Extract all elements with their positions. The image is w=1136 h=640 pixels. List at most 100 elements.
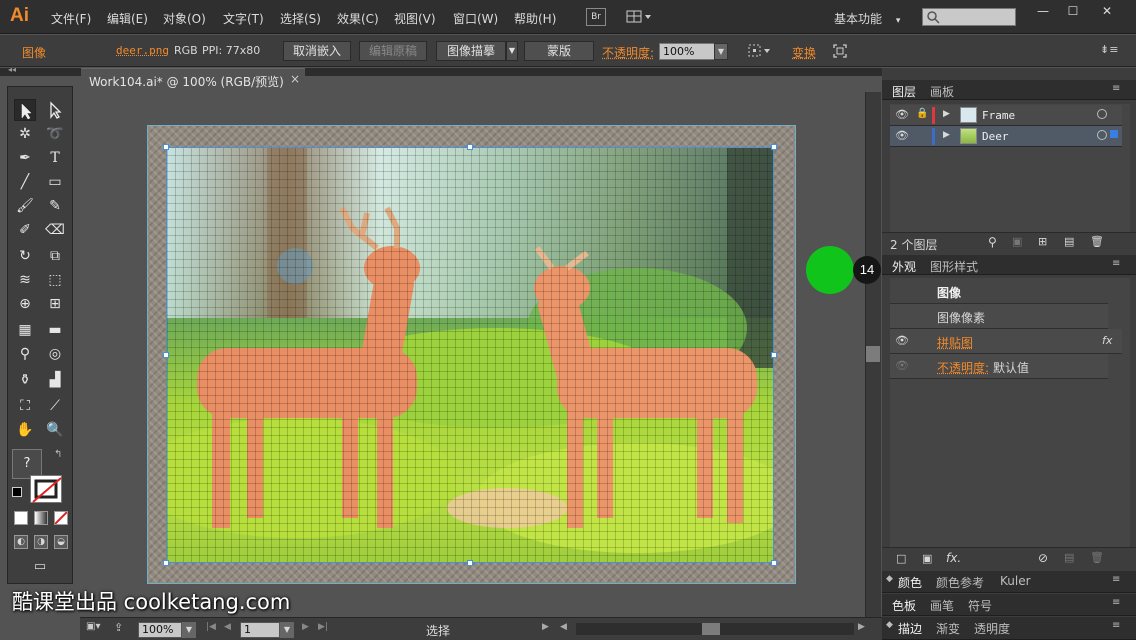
- menu-file[interactable]: 文件(F): [51, 10, 91, 27]
- share-icon[interactable]: ⇪: [114, 621, 123, 634]
- artboard-icon[interactable]: ⛶: [14, 395, 36, 417]
- hscroll-left-arrow[interactable]: ◀: [560, 622, 567, 632]
- new-sublayer-icon[interactable]: ⊞: [1038, 235, 1047, 248]
- slice-icon[interactable]: ⟋: [44, 395, 66, 417]
- selection-type-label[interactable]: 图像: [22, 44, 46, 61]
- tab-swatches[interactable]: 色板: [892, 597, 916, 614]
- panel-menu-icon[interactable]: ⇟≡: [1100, 43, 1118, 59]
- tab-appearance[interactable]: 外观: [892, 258, 916, 275]
- target-circle-icon[interactable]: [1097, 109, 1107, 119]
- selection-handle[interactable]: [771, 560, 777, 566]
- gradient-icon[interactable]: ▬: [44, 319, 66, 341]
- magic-wand-icon[interactable]: ✲: [14, 123, 36, 145]
- default-colors-icon[interactable]: [12, 487, 22, 497]
- align-options-icon[interactable]: [747, 43, 773, 59]
- layer-row-deer[interactable]: 👁 ▶ Deer: [890, 126, 1122, 147]
- line-icon[interactable]: ╱: [14, 171, 36, 193]
- trace-preset-dropdown[interactable]: ▼: [506, 41, 518, 61]
- menu-help[interactable]: 帮助(H): [514, 10, 556, 27]
- add-stroke-icon[interactable]: □: [896, 552, 906, 565]
- opacity-input[interactable]: 100%: [659, 43, 717, 60]
- scale-icon[interactable]: ⧉: [44, 245, 66, 267]
- clear-appearance-icon[interactable]: ⊘: [1038, 551, 1048, 565]
- tab-symbols[interactable]: 符号: [968, 597, 992, 614]
- menu-edit[interactable]: 编辑(E): [107, 10, 148, 27]
- swap-fill-stroke-icon[interactable]: ↰: [54, 449, 62, 460]
- draw-normal-icon[interactable]: ◐: [14, 535, 28, 549]
- selection-handle[interactable]: [467, 144, 473, 150]
- last-artboard-icon[interactable]: ▶|: [318, 622, 328, 632]
- artboard-dropdown[interactable]: ▼: [280, 622, 294, 638]
- first-artboard-icon[interactable]: |◀: [206, 622, 216, 632]
- selection-handle[interactable]: [163, 352, 169, 358]
- layer-row-frame[interactable]: 👁 🔒 ▶ Frame: [890, 105, 1122, 126]
- menu-select[interactable]: 选择(S): [280, 10, 321, 27]
- shape-builder-icon[interactable]: ⊕: [14, 293, 36, 315]
- minimize-button[interactable]: —: [1032, 4, 1054, 20]
- menu-object[interactable]: 对象(O): [163, 10, 206, 27]
- menu-type[interactable]: 文字(T): [223, 10, 264, 27]
- edit-original-button[interactable]: 编辑原稿: [359, 41, 427, 61]
- fx-icon[interactable]: fx: [1102, 334, 1112, 347]
- new-layer-icon[interactable]: ▤: [1064, 235, 1074, 248]
- menu-view[interactable]: 视图(V): [394, 10, 436, 27]
- opacity-dropdown[interactable]: ▼: [714, 43, 728, 60]
- draw-behind-icon[interactable]: ◑: [34, 535, 48, 549]
- free-transform-icon[interactable]: ⬚: [44, 269, 66, 291]
- stroke-swatch[interactable]: [30, 475, 62, 503]
- bridge-button[interactable]: Br: [586, 8, 606, 26]
- artboard-number-input[interactable]: 1: [240, 622, 280, 638]
- collapse-icon[interactable]: ◆: [886, 620, 893, 630]
- next-artboard-icon[interactable]: ▶: [302, 622, 309, 632]
- pencil-icon[interactable]: ✎: [44, 195, 66, 217]
- layer-name[interactable]: Frame: [982, 109, 1015, 122]
- tab-layers[interactable]: 图层: [892, 83, 916, 100]
- visibility-eye-icon[interactable]: 👁: [895, 359, 909, 372]
- status-menu-arrow[interactable]: ▶: [542, 622, 549, 632]
- tab-artboards[interactable]: 画板: [930, 83, 954, 100]
- appearance-effect-row[interactable]: 👁 拼贴图 fx: [890, 329, 1122, 354]
- linked-file-link[interactable]: deer.png: [116, 44, 169, 57]
- selection-handle[interactable]: [163, 144, 169, 150]
- tab-brushes[interactable]: 画笔: [930, 597, 954, 614]
- expand-triangle-icon[interactable]: ▶: [943, 109, 950, 119]
- unembed-button[interactable]: 取消嵌入: [283, 41, 351, 61]
- panel-menu-icon[interactable]: ≡: [1112, 597, 1120, 608]
- color-mode-icon[interactable]: [14, 511, 28, 525]
- draw-inside-icon[interactable]: ◒: [54, 535, 68, 549]
- selection-indicator[interactable]: [1110, 130, 1118, 138]
- duplicate-item-icon[interactable]: ▤: [1064, 551, 1074, 564]
- delete-item-icon[interactable]: 🗑: [1090, 551, 1104, 564]
- make-clip-mask-icon[interactable]: ▣: [1012, 235, 1022, 248]
- menu-effect[interactable]: 效果(C): [337, 10, 379, 27]
- workspace-switcher[interactable]: 基本功能 ▾: [834, 10, 900, 27]
- document-tab[interactable]: Work104.ai* @ 100% (RGB/预览) ×: [81, 68, 305, 90]
- panel-menu-icon[interactable]: ≡: [1112, 574, 1120, 585]
- blend-icon[interactable]: ◎: [44, 343, 66, 365]
- close-tab-icon[interactable]: ×: [290, 72, 300, 86]
- hscroll-right-arrow[interactable]: ▶: [858, 622, 865, 632]
- effect-mosaic-link[interactable]: 拼贴图: [937, 334, 973, 351]
- target-circle-icon[interactable]: [1097, 130, 1107, 140]
- collapse-arrows-icon[interactable]: ◂◂: [8, 65, 16, 74]
- close-button[interactable]: ✕: [1096, 4, 1118, 20]
- gradient-mode-icon[interactable]: [34, 511, 48, 525]
- panel-menu-icon[interactable]: ≡: [1112, 620, 1120, 631]
- horizontal-scroll-thumb[interactable]: [702, 623, 720, 635]
- selection-handle[interactable]: [467, 560, 473, 566]
- symbol-sprayer-icon[interactable]: ⚱: [14, 369, 36, 391]
- gpu-preview-icon[interactable]: ▣▾: [86, 621, 100, 632]
- add-fill-icon[interactable]: ▣: [922, 552, 932, 565]
- add-effect-icon[interactable]: fx.: [946, 551, 961, 565]
- help-search-input[interactable]: [922, 8, 1016, 26]
- mask-button[interactable]: 蒙版: [524, 41, 594, 61]
- menu-window[interactable]: 窗口(W): [453, 10, 498, 27]
- layers-panel-menu-icon[interactable]: ≡: [1112, 83, 1120, 94]
- appearance-opacity-row[interactable]: 👁 不透明度: 默认值: [890, 354, 1108, 379]
- lasso-icon[interactable]: ➰: [44, 123, 66, 145]
- delete-layer-icon[interactable]: 🗑: [1090, 235, 1104, 248]
- eraser-icon[interactable]: ⌫: [44, 219, 66, 241]
- vertical-scroll-thumb[interactable]: [866, 346, 880, 362]
- lock-icon[interactable]: 🔒: [916, 108, 928, 119]
- tab-gradient[interactable]: 渐变: [936, 620, 960, 637]
